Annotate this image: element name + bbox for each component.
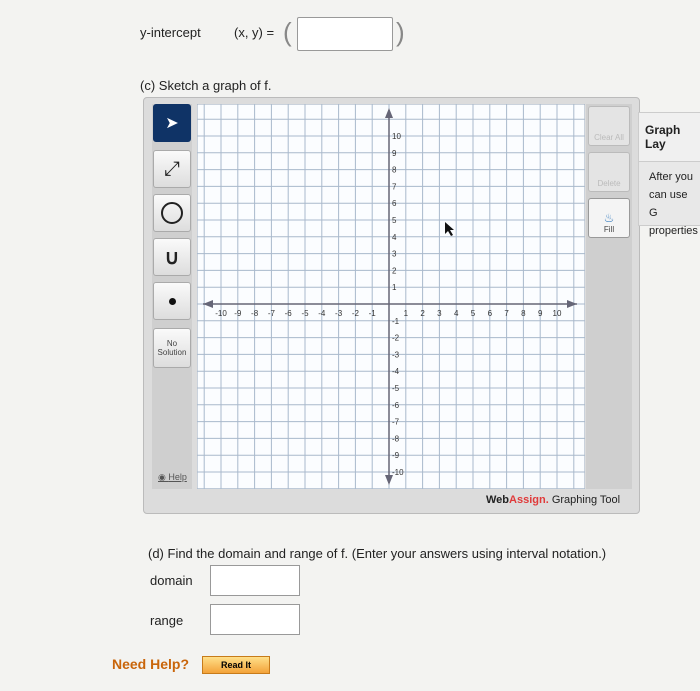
y-tick-label: -1	[392, 317, 400, 326]
y-tick-label: 4	[392, 233, 397, 242]
x-tick-label: 3	[437, 309, 442, 318]
webassign-brand: WebAssign. Graphing Tool	[486, 494, 620, 506]
x-tick-label: -4	[318, 309, 326, 318]
x-tick-label: 6	[488, 309, 493, 318]
line-tool[interactable]: ⤢	[153, 150, 191, 188]
part-c-prompt: (c) Sketch a graph of f.	[140, 78, 272, 93]
no-solution-button[interactable]: No Solution	[153, 328, 191, 368]
y-tick-label: 1	[392, 283, 397, 292]
y-tick-label: -6	[392, 401, 400, 410]
close-paren: )	[396, 17, 405, 47]
side-panel-line: properties	[649, 225, 698, 237]
y-intercept-expr: (x, y) =	[234, 25, 275, 40]
parabola-tool[interactable]: ∪	[153, 238, 191, 276]
circle-icon	[161, 202, 183, 224]
clear-all-button[interactable]: Clear All	[588, 106, 630, 146]
fill-button[interactable]: ♨ Fill	[588, 198, 630, 238]
y-intercept-input[interactable]	[297, 17, 393, 51]
side-panel-line: can use G	[649, 189, 688, 219]
circle-tool[interactable]	[153, 194, 191, 232]
y-tick-label: -8	[392, 434, 400, 443]
point-icon	[168, 297, 176, 305]
side-panel-title: Graph Lay	[639, 113, 700, 162]
delete-button[interactable]: Delete	[588, 152, 630, 192]
x-tick-label: -1	[369, 309, 377, 318]
y-tick-label: -3	[392, 350, 400, 359]
range-input[interactable]	[210, 604, 300, 635]
x-tick-label: 2	[420, 309, 425, 318]
domain-label: domain	[150, 573, 193, 588]
y-intercept-label: y-intercept	[140, 25, 201, 40]
x-tick-label: -7	[268, 309, 276, 318]
x-tick-label: 9	[538, 309, 543, 318]
brand-suffix: Graphing Tool	[551, 494, 621, 506]
domain-input[interactable]	[210, 565, 300, 596]
y-tick-label: -5	[392, 384, 400, 393]
x-tick-label: 8	[521, 309, 526, 318]
x-tick-label: 4	[454, 309, 459, 318]
fill-label: Fill	[603, 225, 615, 234]
need-help-label: Need Help?	[112, 656, 190, 672]
y-tick-label: -10	[392, 468, 404, 477]
read-it-button[interactable]: Read It	[202, 656, 270, 674]
x-tick-label: -3	[335, 309, 343, 318]
x-tick-label: 1	[404, 309, 409, 318]
graph-canvas[interactable]: -10 -10 -9 -9 -8 -8 -7 -7 -6 -6 -5 -5 -4 -4 -3 -3 -2 -2 -1…	[197, 104, 585, 489]
brand-web: Web	[486, 494, 510, 506]
x-tick-label: 5	[471, 309, 476, 318]
point-tool[interactable]	[153, 282, 191, 320]
part-d-prompt: (d) Find the domain and range of f. (Ent…	[148, 546, 607, 561]
parabola-icon: ∪	[164, 246, 180, 269]
x-tick-label: -8	[251, 309, 259, 318]
fill-icon: ♨	[603, 211, 615, 225]
pointer-icon: ➤	[165, 115, 179, 132]
open-paren: (	[283, 17, 292, 47]
y-tick-label: 9	[392, 149, 397, 158]
y-tick-label: -4	[392, 367, 400, 376]
graph-background	[197, 104, 585, 489]
y-tick-label: 10	[392, 132, 401, 141]
y-tick-label: 5	[392, 216, 397, 225]
side-panel-line: After you	[649, 171, 694, 183]
y-tick-label: 2	[392, 266, 397, 275]
x-tick-label: -6	[285, 309, 293, 318]
x-tick-label: -2	[352, 309, 360, 318]
x-tick-label: -5	[301, 309, 309, 318]
x-tick-label: -9	[234, 309, 242, 318]
brand-assign: Assign.	[509, 494, 549, 506]
x-tick-label: 10	[553, 309, 562, 318]
x-tick-label: 7	[504, 309, 509, 318]
help-link[interactable]: ◉ Help	[158, 472, 187, 483]
x-tick-label: -10	[215, 309, 227, 318]
pointer-tool[interactable]: ➤	[153, 104, 191, 142]
y-tick-label: 3	[392, 250, 397, 259]
y-tick-label: -9	[392, 451, 400, 460]
help-label: Help	[168, 472, 187, 482]
y-tick-label: 6	[392, 199, 397, 208]
y-tick-label: -2	[392, 334, 400, 343]
y-tick-label: 7	[392, 182, 397, 191]
y-tick-label: -7	[392, 418, 400, 427]
line-icon: ⤢	[164, 157, 180, 180]
y-tick-label: 8	[392, 166, 397, 175]
side-panel: Graph Lay After you can use G properties	[638, 112, 700, 237]
range-label: range	[150, 613, 184, 628]
